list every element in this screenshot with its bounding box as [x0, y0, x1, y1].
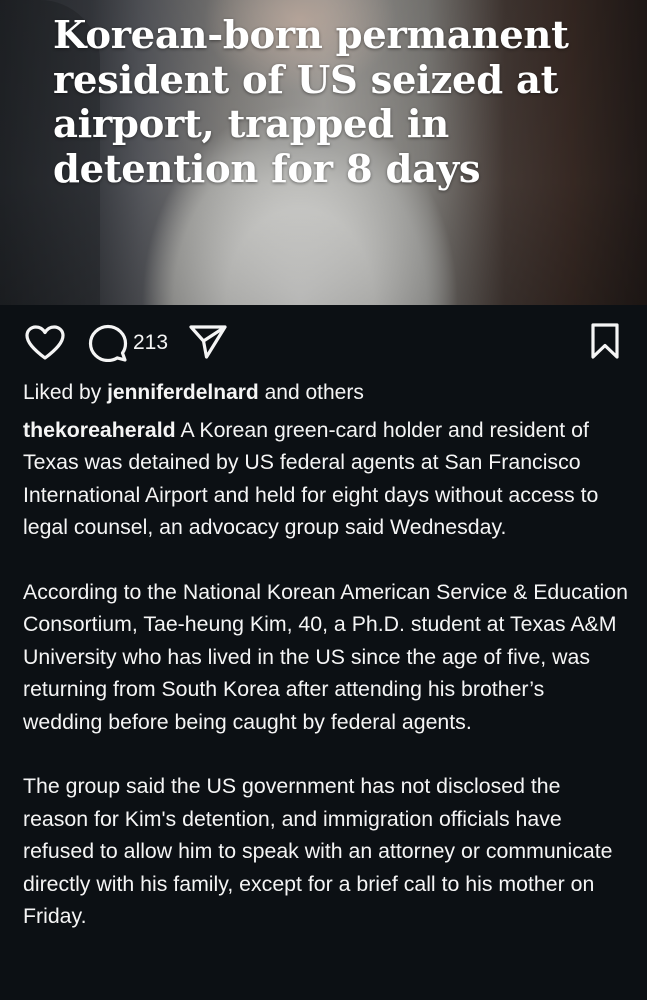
likes-suffix[interactable]: and others [265, 381, 364, 404]
comment-button[interactable] [88, 324, 128, 362]
likes-summary[interactable]: Liked by jenniferdelnard and others [23, 379, 364, 406]
post-caption: thekoreaherald A Korean green-card holde… [23, 414, 628, 965]
bookmark-icon [591, 323, 619, 359]
caption-paragraph-3: The group said the US government has not… [23, 774, 613, 929]
caption-paragraph-2: According to the National Korean America… [23, 580, 628, 734]
post-image[interactable]: Korean-born permanent resident of US sei… [0, 0, 647, 305]
likes-prefix: Liked by [23, 381, 102, 404]
like-button[interactable] [25, 325, 65, 361]
share-button[interactable] [188, 324, 228, 360]
post-headline: Korean-born permanent resident of US sei… [53, 13, 569, 192]
caption-paragraph-1: thekoreaherald A Korean green-card holde… [23, 414, 628, 544]
liked-by-user-link[interactable]: jenniferdelnard [107, 381, 259, 404]
heart-icon [25, 325, 65, 360]
comment-count[interactable]: 213 [133, 332, 168, 354]
caption-username-link[interactable]: thekoreaherald [23, 418, 176, 442]
save-button[interactable] [587, 322, 623, 360]
comment-icon [88, 324, 128, 362]
paper-plane-icon [189, 325, 227, 359]
